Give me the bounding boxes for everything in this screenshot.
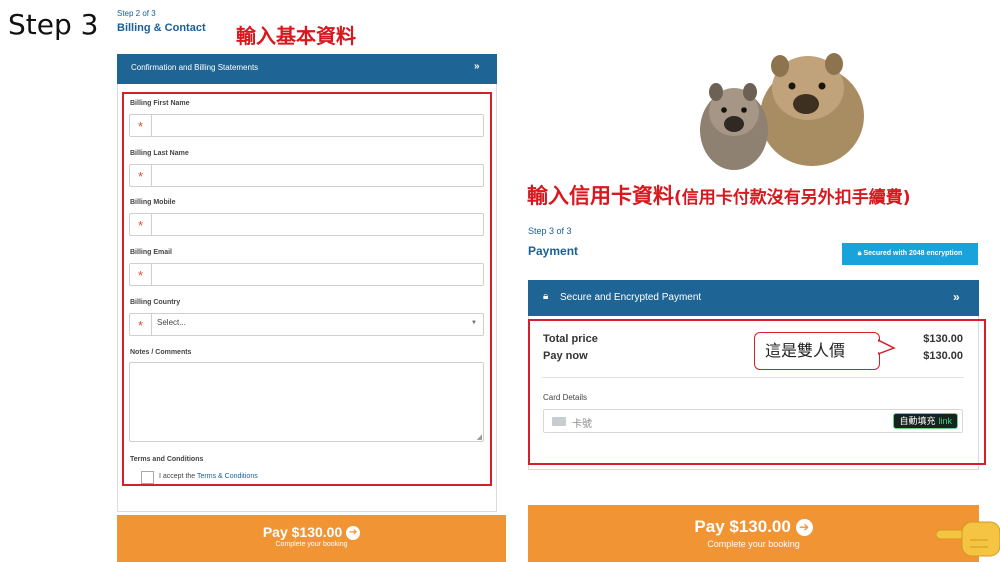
mobile-label: Billing Mobile <box>130 199 176 206</box>
pay-now-label: Pay now <box>543 350 588 362</box>
pay-amount: Pay $130.00 <box>694 517 791 536</box>
step-heading: Step 3 <box>8 8 99 41</box>
pay-button-billing[interactable]: Pay $130.00 ➔ Complete your booking <box>117 515 506 562</box>
pay-now-value: $130.00 <box>923 350 963 362</box>
arrow-right-circle-icon: ➔ <box>795 519 813 537</box>
annotation-callout-two-person: 這是雙人價 <box>754 332 880 370</box>
autofill-label: 自動填充 <box>899 416 936 426</box>
first-name-input[interactable]: * <box>129 114 484 137</box>
email-label: Billing Email <box>130 249 173 256</box>
autofill-link-button[interactable]: 自動填充 link <box>893 413 958 429</box>
country-select-value: Select... <box>157 318 186 327</box>
payment-accordion-header[interactable]: 🔒︎ Secure and Encrypted Payment » <box>528 280 979 316</box>
wombat-photo <box>700 53 864 170</box>
payment-title: Payment <box>528 244 579 258</box>
required-marker: * <box>130 214 152 235</box>
pay-amount: Pay $130.00 <box>262 524 343 540</box>
required-marker: * <box>130 115 152 136</box>
card-number-input[interactable]: 卡號 自動填充 link <box>543 409 963 433</box>
last-name-label: Billing Last Name <box>130 150 189 157</box>
total-price-label: Total price <box>543 333 598 345</box>
country-label: Billing Country <box>130 299 181 306</box>
divider <box>542 377 964 378</box>
last-name-input[interactable]: * <box>129 164 484 187</box>
annotation-card-info: 輸入信用卡資料(信用卡付款沒有另外扣手續費) <box>527 180 911 210</box>
country-select[interactable]: * Select... ▼ <box>129 313 484 336</box>
credit-card-icon <box>552 417 566 426</box>
terms-checkbox[interactable] <box>141 471 154 484</box>
first-name-label: Billing First Name <box>130 100 190 107</box>
required-marker: * <box>130 165 152 186</box>
annotation-card-main: 輸入信用卡資料 <box>527 184 674 208</box>
terms-heading: Terms and Conditions <box>130 456 204 463</box>
encryption-badge: 🔒︎ Secured with 2048 encryption <box>842 243 978 265</box>
card-details-label: Card Details <box>543 393 588 402</box>
pointing-hand-icon <box>936 521 1000 557</box>
chevron-down-icon: » <box>953 290 960 304</box>
card-number-placeholder: 卡號 <box>572 419 592 430</box>
total-price-value: $130.00 <box>923 333 963 345</box>
terms-text: I accept the Terms & Conditions <box>159 473 258 480</box>
arrow-right-circle-icon: ➔ <box>346 526 361 541</box>
pay-subtitle: Complete your booking <box>275 541 348 549</box>
terms-prefix: I accept the <box>159 473 196 480</box>
step-indicator: Step 2 of 3 <box>117 9 156 18</box>
annotation-basic-info: 輸入基本資料 <box>236 24 356 48</box>
lock-icon: 🔒︎ <box>543 291 549 302</box>
encryption-badge-text: Secured with 2048 encryption <box>863 250 963 257</box>
chevron-down-icon: » <box>474 61 480 72</box>
mobile-input[interactable]: * <box>129 213 484 236</box>
callout-pointer <box>878 339 896 355</box>
caret-down-icon: ▼ <box>471 320 477 326</box>
autofill-link-text: link <box>938 416 952 426</box>
section-title: Billing & Contact <box>117 22 206 34</box>
required-marker: * <box>130 314 152 335</box>
step-indicator: Step 3 of 3 <box>528 226 572 236</box>
resize-grip-icon[interactable]: ◢ <box>477 433 482 441</box>
billing-accordion-header[interactable]: Confirmation and Billing Statements » <box>117 54 497 84</box>
billing-accordion-label: Confirmation and Billing Statements <box>131 63 259 72</box>
notes-label: Notes / Comments <box>130 349 192 356</box>
lock-icon: 🔒︎ <box>857 250 862 257</box>
notes-textarea[interactable]: ◢ <box>129 362 484 442</box>
annotation-card-paren: (信用卡付款沒有另外扣手續費) <box>674 188 911 208</box>
payment-accordion-label: Secure and Encrypted Payment <box>560 292 702 303</box>
pay-button-payment[interactable]: Pay $130.00 ➔ Complete your booking <box>528 505 979 562</box>
required-marker: * <box>130 264 152 285</box>
email-input[interactable]: * <box>129 263 484 286</box>
terms-link[interactable]: Terms & Conditions <box>197 473 258 480</box>
pay-subtitle: Complete your booking <box>707 539 800 549</box>
